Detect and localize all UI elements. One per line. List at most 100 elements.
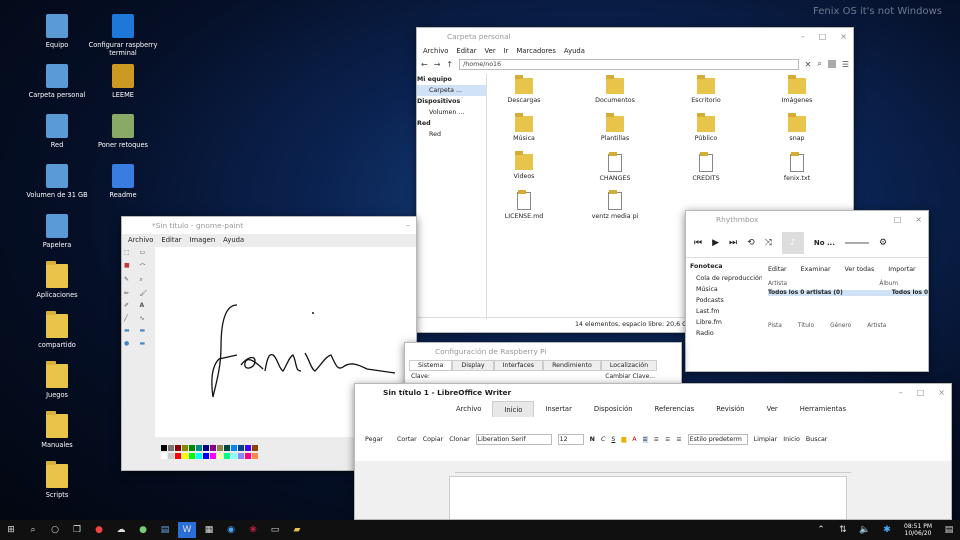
lasso-icon[interactable]: ⌒ xyxy=(140,262,153,274)
palette-swatch[interactable] xyxy=(244,445,251,451)
library-item[interactable]: Podcasts xyxy=(690,297,762,308)
search-button[interactable]: Buscar xyxy=(806,436,828,443)
chat-icon[interactable]: ☁ xyxy=(112,522,130,538)
close-icon[interactable]: × xyxy=(840,32,847,41)
font-color-icon[interactable]: A xyxy=(632,436,636,443)
app-icon[interactable]: ● xyxy=(134,522,152,538)
track-column[interactable]: Género xyxy=(830,323,851,329)
desktop-icon[interactable]: Readme xyxy=(88,164,158,199)
rpi-tab[interactable]: Interfaces xyxy=(493,360,544,371)
calendar-icon[interactable]: ▦ xyxy=(200,522,218,538)
underline-icon[interactable]: S xyxy=(611,436,615,443)
desktop-icon[interactable]: Volumen de 31 GB xyxy=(22,164,92,199)
sidebar-item[interactable]: Red xyxy=(417,129,486,140)
ribbon-tab[interactable]: Ver xyxy=(756,401,789,417)
palette-swatch[interactable] xyxy=(174,445,181,451)
rb-tab[interactable]: Importar xyxy=(888,266,915,273)
palette-swatch[interactable] xyxy=(167,453,174,459)
document-page[interactable] xyxy=(449,476,847,519)
file-item[interactable]: ventz media pi xyxy=(580,190,650,220)
palette-swatch[interactable] xyxy=(167,445,174,451)
minimize-icon[interactable]: – xyxy=(899,388,903,397)
notification-icon[interactable]: ▤ xyxy=(940,522,958,538)
ribbon-tab[interactable]: Revisión xyxy=(705,401,755,417)
menu-item[interactable]: Archivo xyxy=(423,47,448,55)
align-right-icon[interactable]: ≡ xyxy=(665,436,670,443)
rect-icon[interactable]: ▬ xyxy=(124,327,137,337)
track-column[interactable]: Pista xyxy=(768,323,782,329)
palette-swatch[interactable] xyxy=(251,453,258,459)
menu-item[interactable]: Ver xyxy=(485,47,496,55)
line-icon[interactable]: ╱ xyxy=(124,315,137,325)
library-item[interactable]: Libre.fm xyxy=(690,319,762,330)
menu-item[interactable]: Imagen xyxy=(190,236,216,244)
back-icon[interactable]: ← xyxy=(421,60,428,69)
library-item[interactable]: Música xyxy=(690,286,762,297)
ellipse-icon[interactable]: ● xyxy=(124,340,137,350)
file-item[interactable]: LICENSE.md xyxy=(489,190,559,220)
file-item[interactable]: snap xyxy=(762,113,832,142)
ribbon-tab[interactable]: Herramientas xyxy=(789,401,857,417)
menu-item[interactable]: Marcadores xyxy=(516,47,555,55)
paste-button[interactable]: Pegar xyxy=(365,436,391,443)
next-icon[interactable]: ⏭ xyxy=(729,238,737,248)
poly-icon[interactable]: ▬ xyxy=(140,327,153,337)
text-tool-icon[interactable]: A xyxy=(140,302,153,312)
desktop-icon[interactable]: Configurar raspberry terminal xyxy=(88,14,158,57)
desktop-icon[interactable]: Carpeta personal xyxy=(22,64,92,99)
file-item[interactable]: Descargas xyxy=(489,75,559,104)
desktop-icon[interactable]: Equipo xyxy=(22,14,92,49)
palette-swatch[interactable] xyxy=(251,445,258,451)
rb-tab[interactable]: Editar xyxy=(768,266,787,273)
notes-icon[interactable]: ▰ xyxy=(288,522,306,538)
pencil-icon[interactable]: ✏ xyxy=(124,290,137,300)
curve-icon[interactable]: ∿ xyxy=(140,315,153,325)
rpi-tab[interactable]: Localización xyxy=(600,360,658,371)
previous-icon[interactable]: ⏮ xyxy=(694,238,702,248)
palette-swatch[interactable] xyxy=(237,453,244,459)
desktop-icon[interactable]: compartido xyxy=(22,311,92,349)
cortana-icon[interactable]: ○ xyxy=(46,522,64,538)
fill-tool-icon[interactable]: ■ xyxy=(124,262,137,274)
zoom-icon[interactable]: ⌕ xyxy=(140,276,153,287)
paint-toolbox[interactable]: ⬚ ▭ ■ ⌒ ✎ ⌕ ✏ 🖌 ✐ A ╱ ∿ ▬ ▬ ● ▬ xyxy=(124,249,152,349)
ribbon-tab[interactable]: Insertar xyxy=(534,401,582,417)
file-item[interactable]: Escritorio xyxy=(671,75,741,104)
palette-swatch[interactable] xyxy=(202,453,209,459)
ribbon-tab[interactable]: Disposición xyxy=(583,401,644,417)
palette-swatch[interactable] xyxy=(244,453,251,459)
palette-swatch[interactable] xyxy=(181,445,188,451)
volume-icon[interactable]: 🔈 xyxy=(856,522,874,538)
highlight-icon[interactable]: ▆ xyxy=(621,436,626,443)
library-item[interactable]: Cola de reproducción xyxy=(690,275,762,286)
palette-swatch[interactable] xyxy=(202,445,209,451)
align-left-icon[interactable]: ≡ xyxy=(642,435,648,443)
bluetooth-icon[interactable]: ✱ xyxy=(878,522,896,538)
palette-swatch[interactable] xyxy=(195,453,202,459)
select-tool-icon[interactable]: ⬚ xyxy=(124,249,137,259)
path-input[interactable]: /home/no16 xyxy=(459,58,799,70)
network-icon[interactable]: ⇅ xyxy=(834,522,852,538)
rpi-tab[interactable]: Sistema xyxy=(409,360,453,371)
bold-icon[interactable]: N xyxy=(590,436,595,443)
copy-button[interactable]: Copiar xyxy=(423,436,443,443)
palette-swatch[interactable] xyxy=(181,453,188,459)
desktop-icon[interactable]: Poner retoques xyxy=(88,114,158,149)
file-item[interactable]: Imágenes xyxy=(762,75,832,104)
clear-format-button[interactable]: Limpiar xyxy=(754,436,778,443)
minimize-icon[interactable]: – xyxy=(406,221,410,230)
font-name-select[interactable]: Liberation Serif xyxy=(475,433,552,445)
desktop-icon[interactable]: Scripts xyxy=(22,461,92,499)
cut-button[interactable]: Cortar xyxy=(397,436,417,443)
repeat-icon[interactable]: ⟲ xyxy=(747,238,755,248)
icon-view-icon[interactable] xyxy=(827,60,836,68)
rect-select-icon[interactable]: ▭ xyxy=(140,249,153,259)
clone-button[interactable]: Clonar xyxy=(449,436,469,443)
start-select[interactable]: Inicio xyxy=(783,436,800,443)
menu-item[interactable]: Editar xyxy=(161,236,181,244)
rrect-icon[interactable]: ▬ xyxy=(140,340,153,350)
ribbon-tab[interactable]: Inicio xyxy=(492,401,535,417)
search-icon[interactable]: ⌕ xyxy=(817,59,821,69)
close-icon[interactable]: × xyxy=(938,388,945,397)
menu-item[interactable]: Ayuda xyxy=(223,236,244,244)
